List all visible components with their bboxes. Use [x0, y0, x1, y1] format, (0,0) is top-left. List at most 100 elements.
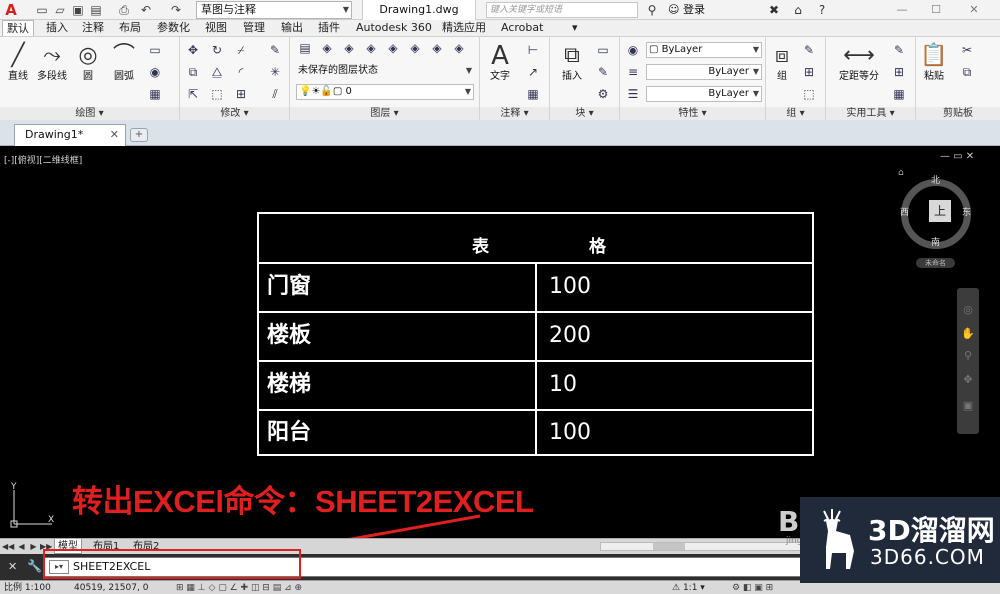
- match-properties-icon[interactable]: ◉: [624, 41, 642, 59]
- layer-icon-6[interactable]: ◈: [406, 39, 424, 57]
- panel-utilities-title[interactable]: 实用工具 ▾: [826, 107, 915, 121]
- showmotion-icon[interactable]: ▣: [960, 398, 976, 414]
- calculator-icon[interactable]: ▦: [890, 85, 908, 103]
- layer-icon-3[interactable]: ◈: [340, 39, 358, 57]
- group-edit-icon[interactable]: ⊞: [800, 63, 818, 81]
- cut-icon[interactable]: ✂: [958, 41, 976, 59]
- block-attribute-icon[interactable]: ⚙: [594, 85, 612, 103]
- select-all-icon[interactable]: ⊞: [890, 63, 908, 81]
- minimize-button[interactable]: —: [888, 0, 916, 20]
- color-dropdown[interactable]: ▢ ByLayer ▼: [646, 42, 762, 58]
- tab-featured-apps[interactable]: 精选应用: [442, 20, 486, 36]
- group-select-icon[interactable]: ⬚: [800, 85, 818, 103]
- layer-state-dropdown[interactable]: 未保存的图层状态 ▼: [296, 64, 474, 80]
- copy-icon[interactable]: ⧉: [184, 63, 202, 81]
- layer-icon-5[interactable]: ◈: [384, 39, 402, 57]
- viewport-controls[interactable]: [-][俯视][二维线框]: [4, 153, 82, 166]
- erase-icon[interactable]: ✎: [266, 41, 284, 59]
- compass-south[interactable]: 南: [931, 235, 940, 248]
- home-icon[interactable]: ⌂: [898, 168, 904, 178]
- insert-button[interactable]: ⧉ 插入: [554, 41, 590, 83]
- search-input[interactable]: 键入关键字或短语: [486, 2, 638, 18]
- redo-icon[interactable]: ↷: [168, 2, 184, 18]
- save-as-icon[interactable]: ▤: [88, 2, 104, 18]
- autodesk-app-icon[interactable]: ⌂: [790, 2, 806, 18]
- quick-select-icon[interactable]: ✎: [890, 41, 908, 59]
- tab-layout[interactable]: 布局: [119, 20, 141, 36]
- stretch-icon[interactable]: ⇱: [184, 85, 202, 103]
- new-file-icon[interactable]: ▭: [34, 2, 50, 18]
- copy-clip-icon[interactable]: ⧉: [958, 63, 976, 81]
- wrench-icon[interactable]: 🔧: [27, 559, 42, 573]
- tab-annotate[interactable]: 注释: [82, 20, 104, 36]
- arc-button[interactable]: ⌒ 圆弧: [106, 41, 142, 83]
- orbit-icon[interactable]: ✥: [960, 372, 976, 388]
- help-icon[interactable]: ?: [814, 2, 830, 18]
- ribbon-toggle-icon[interactable]: ▾: [572, 20, 578, 36]
- new-tab-button[interactable]: +: [130, 128, 148, 142]
- edit-block-icon[interactable]: ✎: [594, 63, 612, 81]
- paste-button[interactable]: 📋 粘贴: [916, 41, 952, 83]
- line-button[interactable]: ╱ 直线: [0, 41, 36, 83]
- first-tab-icon[interactable]: ◀◀: [2, 539, 14, 554]
- panel-layers-title[interactable]: 图层 ▾: [290, 107, 479, 121]
- wcs-dropdown[interactable]: 未命名: [916, 258, 955, 268]
- tab-acrobat[interactable]: Acrobat: [501, 20, 543, 36]
- cad-table[interactable]: 表 格 门窗 100 楼板 200 楼梯 10 阳台 100: [257, 212, 814, 456]
- exchange-icon[interactable]: ✖: [766, 2, 782, 18]
- close-icon[interactable]: ✕: [8, 560, 17, 573]
- current-layer-dropdown[interactable]: 💡☀🔓▢ 0 ▼: [296, 84, 474, 100]
- tab-view[interactable]: 视图: [205, 20, 227, 36]
- login-button[interactable]: ☺ 登录: [668, 0, 705, 20]
- print-icon[interactable]: ⎙: [116, 2, 132, 18]
- pan-icon[interactable]: ✋: [960, 326, 976, 342]
- close-icon[interactable]: ✕: [110, 125, 119, 145]
- measure-button[interactable]: ⟷ 定距等分: [834, 41, 884, 83]
- zoom-icon[interactable]: ⚲: [960, 348, 976, 364]
- maximize-button[interactable]: ☐: [922, 0, 950, 20]
- move-icon[interactable]: ✥: [184, 41, 202, 59]
- compass-east[interactable]: 东: [962, 205, 971, 218]
- prev-tab-icon[interactable]: ◀: [16, 539, 27, 554]
- tab-output[interactable]: 输出: [281, 20, 303, 36]
- app-logo-icon[interactable]: A: [0, 0, 22, 20]
- steering-wheel-icon[interactable]: ◎: [960, 302, 976, 318]
- panel-block-title[interactable]: 块 ▾: [550, 107, 619, 121]
- drawing-viewport[interactable]: [-][俯视][二维线框] — ▭ ✕ 表 格 门窗 100 楼板 200 楼梯…: [0, 146, 1000, 538]
- drafting-toggles[interactable]: ⊞ ▦ ⊥ ◇ ▢ ∠ ✚ ◫ ⊟ ▤ ⊿ ⊕: [176, 581, 302, 594]
- layer-icon-7[interactable]: ◈: [428, 39, 446, 57]
- lineweight-dropdown[interactable]: ByLayer ▼: [646, 86, 762, 102]
- panel-modify-title[interactable]: 修改 ▾: [180, 107, 289, 121]
- annotation-scale-status[interactable]: 比例 1:100: [4, 581, 51, 594]
- next-tab-icon[interactable]: ▶: [28, 539, 39, 554]
- group-button[interactable]: ⧈ 组: [766, 41, 798, 83]
- panel-groups-title[interactable]: 组 ▾: [766, 107, 825, 121]
- linetype-dropdown[interactable]: ByLayer ▼: [646, 64, 762, 80]
- create-block-icon[interactable]: ▭: [594, 41, 612, 59]
- linetype-icon[interactable]: ☰: [624, 85, 642, 103]
- undo-icon[interactable]: ↶: [138, 2, 154, 18]
- fillet-icon[interactable]: ◜: [232, 63, 250, 81]
- panel-properties-title[interactable]: 特性 ▾: [620, 107, 765, 121]
- ellipse-icon[interactable]: ◉: [146, 63, 164, 81]
- trim-icon[interactable]: ⌿: [232, 41, 250, 59]
- compass-west[interactable]: 西: [900, 205, 909, 218]
- close-button[interactable]: ✕: [960, 0, 988, 20]
- scale-icon[interactable]: ⬚: [208, 85, 226, 103]
- save-icon[interactable]: ▣: [70, 2, 86, 18]
- panel-annotation-title[interactable]: 注释 ▾: [480, 107, 549, 121]
- viewcube-top-face[interactable]: 上: [929, 200, 951, 222]
- mirror-icon[interactable]: ⧋: [208, 63, 226, 81]
- layer-icon-4[interactable]: ◈: [362, 39, 380, 57]
- panel-draw-title[interactable]: 绘图 ▾: [0, 107, 179, 121]
- compass-north[interactable]: 北: [931, 173, 940, 186]
- drawing-tab[interactable]: Drawing1* ✕: [14, 124, 126, 146]
- rotate-icon[interactable]: ↻: [208, 41, 226, 59]
- ungroup-icon[interactable]: ✎: [800, 41, 818, 59]
- tab-default[interactable]: 默认: [2, 20, 34, 36]
- circle-button[interactable]: ◎ 圆: [70, 41, 106, 83]
- tab-autodesk360[interactable]: Autodesk 360: [356, 20, 432, 36]
- scrollbar-thumb[interactable]: [653, 543, 685, 550]
- tab-parametric[interactable]: 参数化: [157, 20, 190, 36]
- open-file-icon[interactable]: ▱: [52, 2, 68, 18]
